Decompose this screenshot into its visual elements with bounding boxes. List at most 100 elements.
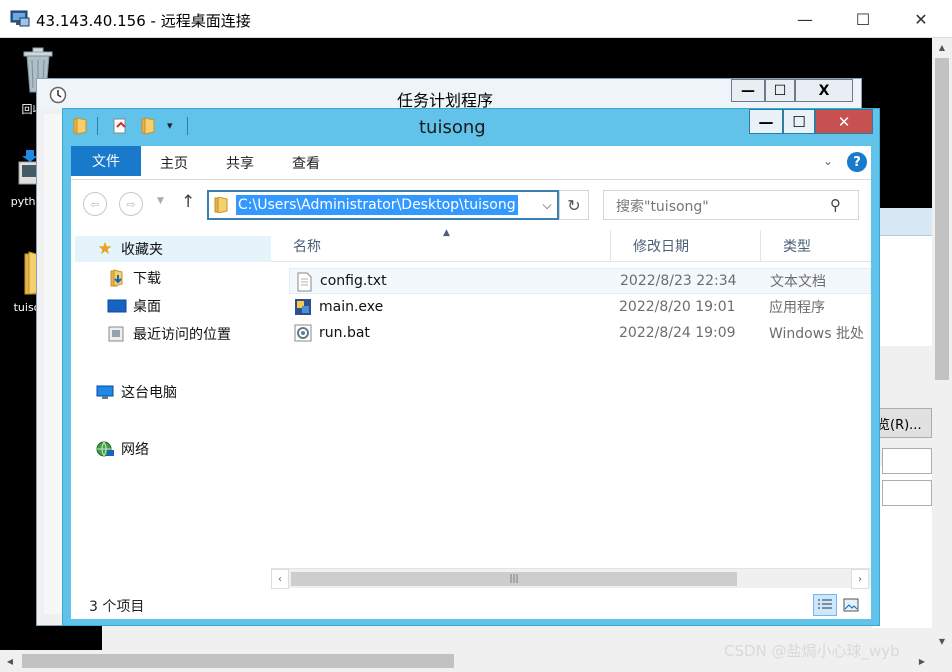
address-row: ⇦ ⇨ ▼ ↑ C:\Users\Administrator\Desktop\t… — [71, 180, 871, 230]
qat-separator — [97, 117, 98, 135]
folder-icon — [214, 197, 228, 213]
scroll-right-icon[interactable]: ▶ — [912, 650, 932, 672]
column-header-date[interactable]: 修改日期 — [611, 230, 761, 262]
file-name: config.txt — [320, 273, 387, 289]
search-input[interactable]: 搜索"tuisong" ⚲ — [603, 190, 859, 220]
file-list-hscrollbar[interactable]: ‹ ||| › — [271, 568, 871, 589]
details-view-button[interactable] — [813, 594, 837, 616]
text-file-icon — [297, 272, 312, 292]
file-type: 应用程序 — [769, 300, 825, 316]
rdp-vertical-scrollbar[interactable]: ▲ ▼ — [932, 38, 952, 650]
scroll-thumb[interactable]: ||| — [291, 572, 737, 586]
task-scheduler-minimize-button[interactable]: — — [731, 79, 765, 102]
file-date: 2022/8/20 19:01 — [619, 299, 736, 315]
file-list: config.txt 2022/8/23 22:34 文本文档 main.exe… — [271, 264, 871, 564]
qat-separator — [187, 117, 188, 135]
details-view-icon — [818, 599, 832, 609]
scroll-thumb[interactable] — [935, 58, 949, 380]
file-row-config[interactable]: config.txt 2022/8/23 22:34 文本文档 — [289, 268, 871, 294]
star-icon: ★ — [97, 239, 113, 259]
downloads-icon — [110, 269, 123, 287]
nav-item-this-pc[interactable]: 这台电脑 — [95, 380, 177, 404]
scrollbar-corner — [932, 650, 952, 672]
scroll-down-icon[interactable]: ▼ — [932, 632, 952, 650]
task-scheduler-close-button[interactable]: X — [795, 79, 853, 102]
file-date: 2022/8/23 22:34 — [620, 273, 737, 289]
search-placeholder: 搜索"tuisong" — [616, 199, 709, 215]
back-button[interactable]: ⇦ — [83, 192, 107, 216]
desktop-icon — [107, 299, 127, 313]
network-icon — [96, 441, 114, 457]
tab-file[interactable]: 文件 — [71, 146, 141, 176]
recent-places-icon — [108, 326, 124, 342]
customize-qat-icon[interactable]: ▾ — [167, 119, 173, 132]
navigation-pane: ★ 收藏夹 下载 桌面 最近访问的位置 这台电脑 网络 — [71, 230, 271, 590]
help-icon[interactable]: ? — [847, 152, 867, 172]
nav-item-network[interactable]: 网络 — [95, 437, 149, 461]
remote-desktop-icon — [10, 10, 30, 27]
new-folder-icon[interactable] — [139, 117, 157, 135]
arguments-field[interactable] — [882, 480, 932, 506]
rdp-close-button[interactable]: ✕ — [894, 0, 948, 38]
tab-share[interactable]: 共享 — [215, 152, 265, 174]
explorer-content: 文件 主页 共享 查看 ⌄ ? ⇦ ⇨ ▼ ↑ C:\Users\Adminis… — [71, 146, 871, 619]
tab-home[interactable]: 主页 — [149, 152, 199, 174]
ribbon: 文件 主页 共享 查看 ⌄ ? — [71, 146, 871, 180]
rdp-window-title: 43.143.40.156 - 远程桌面连接 — [36, 12, 251, 30]
nav-item-favorites[interactable]: ★ 收藏夹 — [95, 237, 163, 261]
large-icons-view-icon — [843, 598, 859, 612]
address-dropdown-icon[interactable]: ⌵ — [537, 192, 557, 218]
nav-item-desktop[interactable]: 桌面 — [107, 294, 161, 318]
task-scheduler-tree-strip — [44, 114, 64, 614]
scroll-left-icon[interactable]: ‹ — [271, 569, 289, 589]
folder-icon — [73, 117, 87, 135]
scroll-thumb[interactable] — [22, 654, 454, 668]
explorer-minimize-button[interactable]: — — [749, 109, 783, 134]
file-type: 文本文档 — [770, 274, 826, 290]
file-row-main[interactable]: main.exe 2022/8/20 19:01 应用程序 — [289, 294, 871, 320]
item-count: 3 个项目 — [89, 599, 145, 615]
explorer-title: tuisong — [419, 117, 486, 138]
file-date: 2022/8/24 19:09 — [619, 325, 736, 341]
search-icon[interactable]: ⚲ — [830, 196, 841, 214]
column-headers: ▲ 名称 修改日期 类型 — [271, 228, 871, 262]
status-bar: 3 个项目 — [71, 592, 871, 619]
path-field[interactable] — [882, 448, 932, 474]
large-icons-view-button[interactable] — [839, 594, 863, 616]
scroll-left-icon[interactable]: ◀ — [0, 650, 20, 672]
address-bar[interactable]: C:\Users\Administrator\Desktop\tuisong ⌵ — [207, 190, 559, 220]
watermark: CSDN @盐焗小心球_wyb — [724, 642, 900, 660]
tab-view[interactable]: 查看 — [281, 152, 331, 174]
task-scheduler-maximize-button[interactable]: ☐ — [765, 79, 795, 102]
task-scheduler-right-panel: 览(R)... — [872, 208, 932, 628]
file-name: main.exe — [319, 299, 384, 315]
scroll-up-icon[interactable]: ▲ — [932, 38, 952, 56]
nav-item-recent-places[interactable]: 最近访问的位置 — [107, 322, 231, 346]
explorer-window: ▾ tuisong — ☐ ✕ 文件 主页 共享 查看 ⌄ ? ⇦ ⇨ ▼ ↑ — [62, 108, 880, 626]
explorer-close-button[interactable]: ✕ — [815, 109, 873, 134]
column-header-type[interactable]: 类型 — [761, 230, 871, 262]
clock-icon — [49, 86, 67, 104]
file-row-run[interactable]: run.bat 2022/8/24 19:09 Windows 批处 — [289, 320, 871, 346]
rdp-titlebar: 43.143.40.156 - 远程桌面连接 — ☐ ✕ — [0, 0, 952, 38]
address-path[interactable]: C:\Users\Administrator\Desktop\tuisong — [236, 195, 518, 215]
file-name: run.bat — [319, 325, 370, 341]
recent-locations-icon[interactable]: ▼ — [157, 196, 164, 206]
scroll-right-icon[interactable]: › — [851, 569, 869, 589]
forward-button[interactable]: ⇨ — [119, 192, 143, 216]
rdp-maximize-button[interactable]: ☐ — [836, 0, 890, 38]
properties-icon[interactable] — [111, 117, 129, 135]
explorer-maximize-button[interactable]: ☐ — [783, 109, 815, 134]
nav-item-downloads[interactable]: 下载 — [107, 266, 161, 290]
computer-icon — [96, 385, 114, 399]
up-button[interactable]: ↑ — [181, 192, 195, 212]
column-header-name[interactable]: 名称 — [271, 230, 611, 262]
file-type: Windows 批处 — [769, 326, 864, 342]
expand-ribbon-icon[interactable]: ⌄ — [823, 154, 833, 168]
batch-file-icon — [294, 324, 312, 342]
executable-icon — [295, 299, 311, 315]
panel-header — [872, 208, 932, 236]
rdp-minimize-button[interactable]: — — [778, 0, 832, 38]
browse-button[interactable]: 览(R)... — [872, 408, 932, 438]
refresh-button[interactable]: ↻ — [559, 190, 589, 220]
